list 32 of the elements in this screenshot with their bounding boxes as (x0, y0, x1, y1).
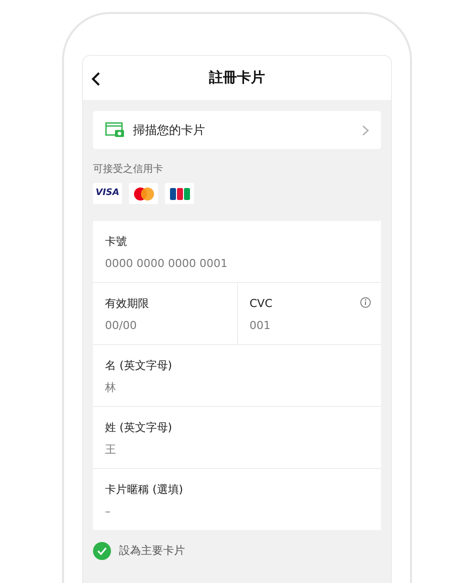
form-field[interactable]: CVC 001 (236, 283, 381, 344)
field-label: 有效期限 (105, 296, 149, 312)
field-label: 卡號 (105, 234, 127, 250)
form-field[interactable]: 姓 (英文字母) 王 (93, 407, 381, 468)
form-field[interactable]: 卡號 0000 0000 0000 0001 (93, 221, 381, 282)
screen-title: 註冊卡片 (209, 68, 265, 88)
checkbox-label: 設為主要卡片 (119, 542, 185, 559)
mastercard-logo (129, 183, 158, 204)
jcb-logo (165, 183, 194, 204)
field-value: 王 (105, 442, 116, 458)
field-label: 名 (英文字母) (105, 358, 172, 374)
checkbox[interactable] (93, 542, 111, 560)
visa-logo: VISA (93, 183, 122, 204)
scan-card-row[interactable]: 掃描您的卡片 (93, 111, 381, 149)
accepted-cards-label: 可接受之信用卡 (93, 162, 164, 177)
chevron-right-icon (362, 124, 369, 136)
form-field[interactable]: 名 (英文字母) 林 (93, 345, 381, 406)
field-value: 001 (250, 318, 270, 334)
form-field[interactable]: 卡片暱稱 (選填) – (93, 469, 381, 530)
back-icon[interactable] (91, 72, 101, 86)
field-value: 00/00 (105, 318, 137, 334)
card-camera-icon (105, 122, 125, 138)
check-icon (97, 547, 107, 555)
field-value: 林 (105, 380, 116, 396)
scan-card-label: 掃描您的卡片 (133, 122, 206, 139)
field-value: 0000 0000 0000 0001 (105, 256, 228, 272)
field-label: 卡片暱稱 (選填) (105, 482, 184, 498)
info-icon[interactable] (360, 297, 371, 308)
field-label: 姓 (英文字母) (105, 420, 172, 436)
field-value: – (105, 504, 110, 520)
field-label: CVC (250, 296, 272, 312)
form-field[interactable]: 有效期限 00/00 (93, 283, 236, 344)
